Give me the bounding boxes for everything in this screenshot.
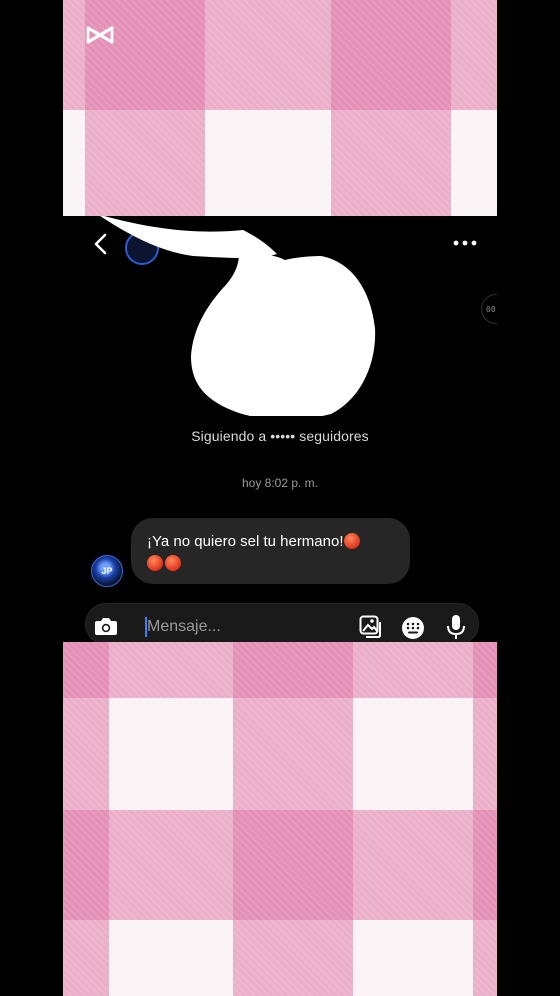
chat-screen: 00:06 Siguiendo a ••••• seguidores hoy 8… — [63, 216, 497, 645]
message-timestamp: hoy 8:02 p. m. — [241, 476, 319, 490]
camera-icon[interactable] — [94, 615, 118, 637]
message-bubble[interactable]: ¡Ya no quiero sel tu hermano! — [131, 518, 410, 584]
redaction-scribble — [100, 216, 376, 416]
profile-stats: Siguiendo a ••••• seguidores — [191, 428, 369, 444]
sticker-icon[interactable] — [401, 616, 425, 640]
phone-screen: 00:06 Siguiendo a ••••• seguidores hoy 8… — [63, 0, 497, 996]
enraged-face-icon — [165, 555, 181, 571]
message-text: ¡Ya no quiero sel tu hermano! — [147, 533, 344, 550]
capcut-logo-icon — [86, 26, 114, 44]
gingham-background-top — [63, 0, 497, 216]
sender-avatar[interactable]: JP — [91, 555, 123, 587]
gallery-icon[interactable] — [359, 615, 383, 639]
microphone-icon[interactable] — [446, 614, 466, 640]
message-input[interactable] — [147, 616, 347, 638]
enraged-face-icon — [147, 555, 163, 571]
enraged-face-icon — [343, 533, 360, 549]
gingham-background-bottom — [63, 642, 497, 996]
